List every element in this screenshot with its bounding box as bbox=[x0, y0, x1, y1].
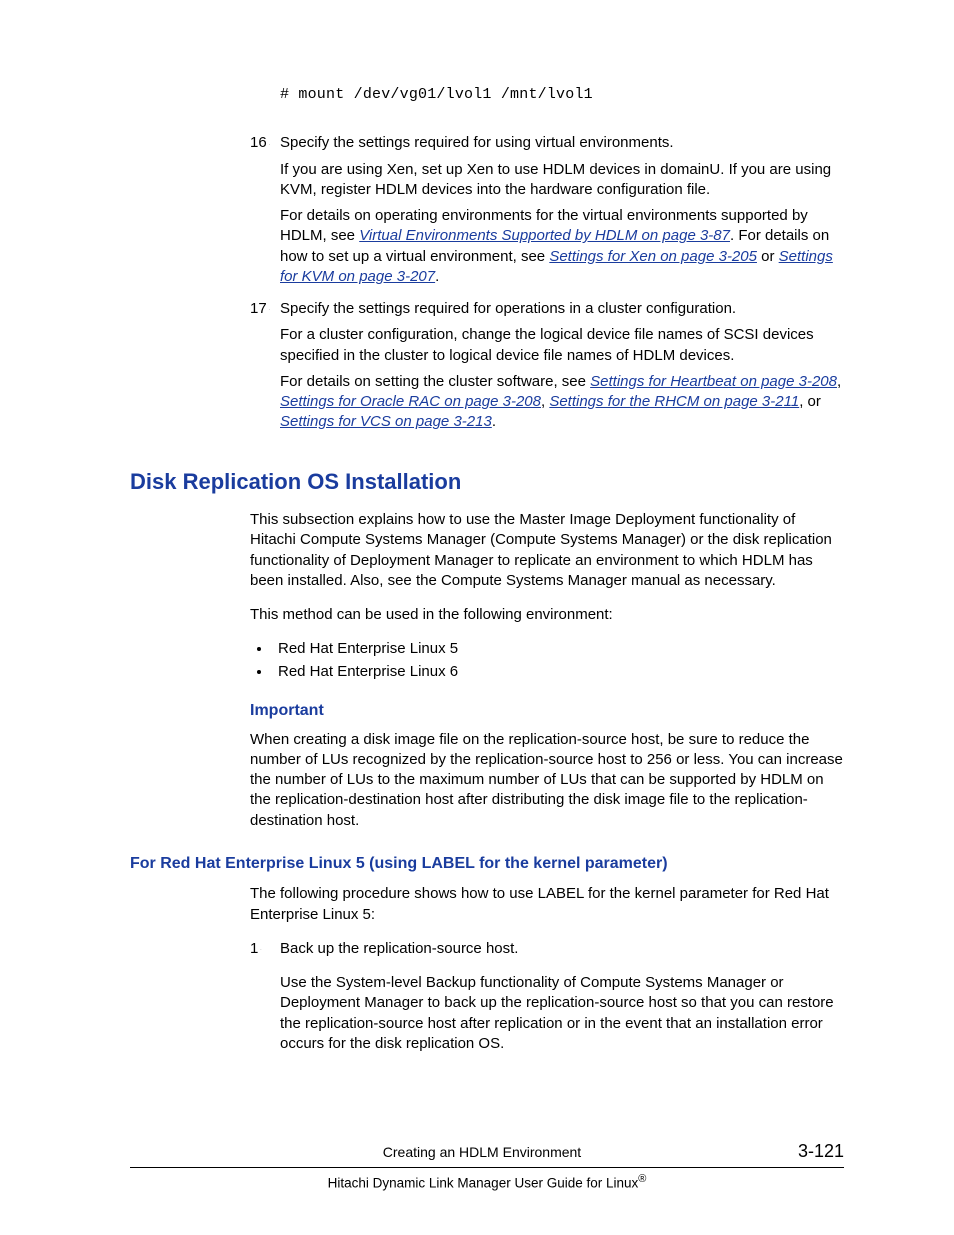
xref-link[interactable]: Settings for Oracle RAC on page 3-208 bbox=[280, 393, 541, 410]
step-lead: Back up the replication-source host. bbox=[280, 939, 844, 959]
xref-link[interactable]: Settings for Xen on page 3-205 bbox=[549, 248, 757, 265]
step-number: 16. bbox=[250, 133, 280, 293]
section-heading: Disk Replication OS Installation bbox=[130, 467, 844, 497]
xref-link[interactable]: Settings for Heartbeat on page 3-208 bbox=[590, 373, 837, 390]
ordered-list-a: 16. Specify the settings required for us… bbox=[250, 133, 844, 438]
registered-mark: ® bbox=[638, 1173, 646, 1185]
paragraph: The following procedure shows how to use… bbox=[250, 884, 844, 925]
section-body: This subsection explains how to use the … bbox=[250, 510, 844, 831]
code-line: # mount /dev/vg01/lvol1 /mnt/lvol1 bbox=[280, 85, 844, 105]
step-paragraph: For details on setting the cluster softw… bbox=[280, 372, 844, 433]
step-paragraph: For a cluster configuration, change the … bbox=[280, 325, 844, 366]
footer-chapter: Creating an HDLM Environment bbox=[190, 1143, 774, 1162]
xref-link[interactable]: Settings for the RHCM on page 3-211 bbox=[549, 393, 799, 410]
step-lead: Specify the settings required for operat… bbox=[280, 299, 844, 319]
list-item: Red Hat Enterprise Linux 6 bbox=[272, 662, 844, 682]
xref-link[interactable]: Settings for VCS on page 3-213 bbox=[280, 413, 492, 430]
xref-link[interactable]: Virtual Environments Supported by HDLM o… bbox=[359, 227, 730, 244]
bullet-list: Red Hat Enterprise Linux 5 Red Hat Enter… bbox=[250, 639, 844, 682]
list-item: 17. Specify the settings required for op… bbox=[250, 299, 844, 439]
footer-title: Hitachi Dynamic Link Manager User Guide … bbox=[130, 1168, 844, 1193]
step-paragraph: If you are using Xen, set up Xen to use … bbox=[280, 160, 844, 201]
paragraph: This method can be used in the following… bbox=[250, 605, 844, 625]
step-lead: Specify the settings required for using … bbox=[280, 133, 844, 153]
step-paragraph: For details on operating environments fo… bbox=[280, 206, 844, 287]
subsection-heading: For Red Hat Enterprise Linux 5 (using LA… bbox=[130, 853, 844, 875]
list-item: 16. Specify the settings required for us… bbox=[250, 133, 844, 293]
list-item: 1. Back up the replication-source host. … bbox=[250, 939, 844, 1068]
document-page: # mount /dev/vg01/lvol1 /mnt/lvol1 16. S… bbox=[0, 0, 954, 1235]
step-number: 1. bbox=[250, 939, 280, 1068]
page-number: 3-121 bbox=[774, 1139, 844, 1163]
page-footer: Creating an HDLM Environment 3-121 Hitac… bbox=[130, 1139, 844, 1193]
step-paragraph: Use the System-level Backup functionalit… bbox=[280, 973, 844, 1054]
paragraph: When creating a disk image file on the r… bbox=[250, 730, 844, 831]
list-item: Red Hat Enterprise Linux 5 bbox=[272, 639, 844, 659]
important-heading: Important bbox=[250, 700, 844, 722]
paragraph: This subsection explains how to use the … bbox=[250, 510, 844, 591]
subsection-body: The following procedure shows how to use… bbox=[250, 884, 844, 1068]
step-number: 17. bbox=[250, 299, 280, 439]
